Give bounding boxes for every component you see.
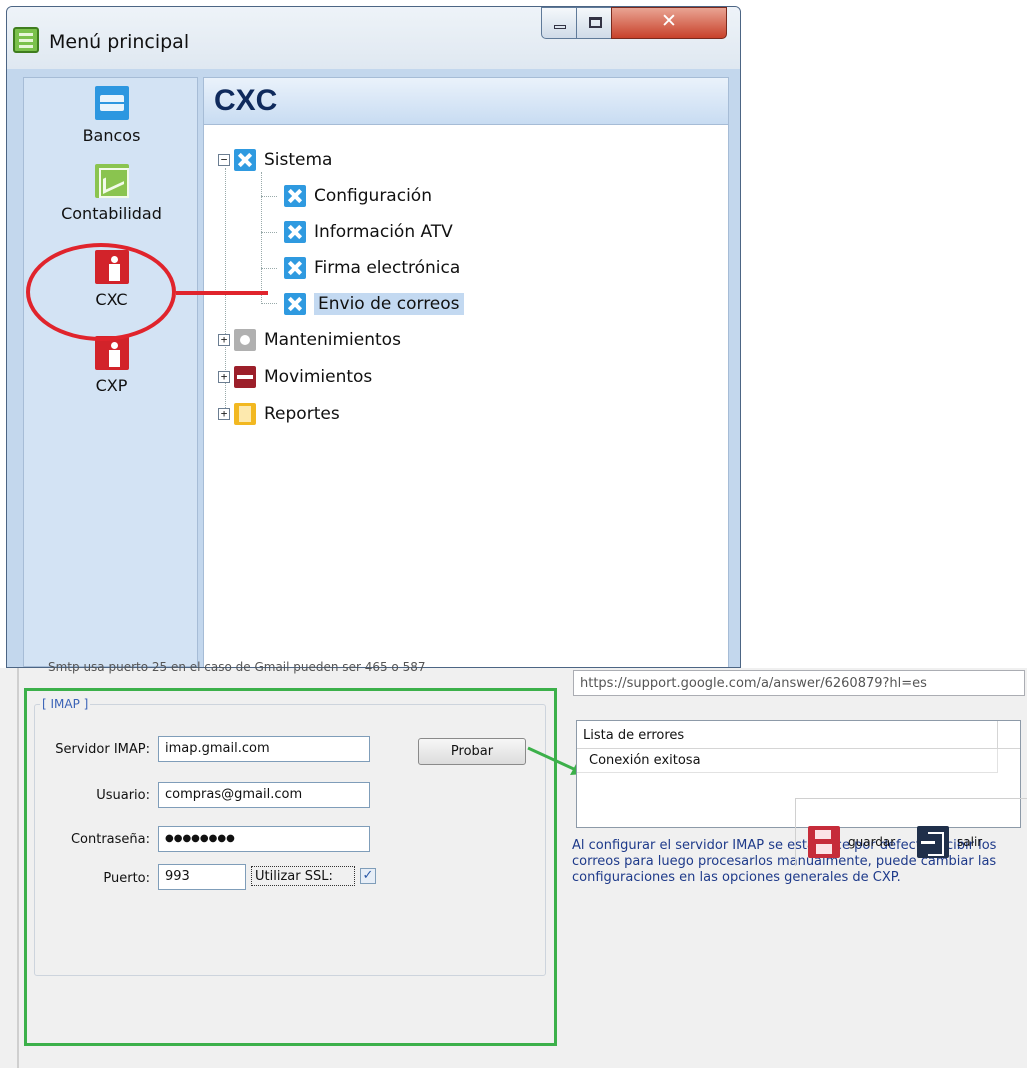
tree-node-reportes[interactable]: + Reportes xyxy=(218,400,340,428)
tree-node-label: Firma electrónica xyxy=(314,258,461,278)
app-icon xyxy=(13,27,39,53)
maximize-icon xyxy=(589,17,602,28)
title-bar: Menú principal ✕ xyxy=(7,7,740,69)
error-list-header-cell xyxy=(997,721,1020,749)
sidebar-item-bancos[interactable]: Bancos xyxy=(24,86,199,145)
tree-node-movimientos[interactable]: + Movimientos xyxy=(218,363,372,391)
tree-node-label: Sistema xyxy=(264,150,333,170)
shuffle-icon xyxy=(234,366,256,388)
tree-node-label: Configuración xyxy=(314,186,432,206)
smtp-note: Smtp usa puerto 25 en el caso de Gmail p… xyxy=(48,660,426,674)
save-label: guardar xyxy=(848,835,896,849)
expand-icon[interactable]: + xyxy=(218,408,230,420)
expand-icon[interactable]: + xyxy=(218,334,230,346)
email-config-panel: Smtp usa puerto 25 en el caso de Gmail p… xyxy=(0,660,1027,1068)
gear-icon xyxy=(234,329,256,351)
report-icon xyxy=(234,403,256,425)
panel-edge xyxy=(17,668,19,1068)
save-icon xyxy=(808,826,840,858)
window-title: Menú principal xyxy=(49,31,190,53)
error-list-row[interactable]: Conexión exitosa xyxy=(577,749,997,773)
tree-connector xyxy=(261,303,277,304)
tree-node-informacion-atv[interactable]: Información ATV xyxy=(284,218,453,246)
tools-icon xyxy=(284,257,306,279)
close-button[interactable]: ✕ xyxy=(611,7,727,39)
sidebar-item-label: Bancos xyxy=(82,126,141,145)
tree-node-mantenimientos[interactable]: + Mantenimientos xyxy=(218,326,401,354)
tools-icon xyxy=(284,293,306,315)
tree-node-configuracion[interactable]: Configuración xyxy=(284,182,432,210)
tree-node-label: Información ATV xyxy=(314,222,453,242)
imap-highlight-box xyxy=(24,688,557,1046)
module-panel: CXC − Sistema Configuración Información … xyxy=(203,77,729,667)
tree-node-envio-de-correos[interactable]: Envio de correos xyxy=(284,290,464,318)
minimize-icon xyxy=(554,25,566,29)
tree-node-label: Reportes xyxy=(264,404,340,424)
collapse-icon[interactable]: − xyxy=(218,154,230,166)
tree-node-label: Movimientos xyxy=(264,367,373,387)
module-sidebar: Bancos Contabilidad CXC CXP xyxy=(23,77,198,667)
tree-node-label: Envio de correos xyxy=(314,293,464,315)
save-button[interactable]: guardar xyxy=(808,826,895,858)
tree-node-firma-electronica[interactable]: Firma electrónica xyxy=(284,254,460,282)
panel-header: CXC xyxy=(204,78,728,125)
screenshot: Menú principal ✕ Bancos Contabilidad CXC… xyxy=(0,0,1027,1068)
error-list-row-cell xyxy=(997,749,1020,773)
panel-title: CXC xyxy=(214,84,278,117)
tree-connector xyxy=(261,196,277,197)
maximize-button[interactable] xyxy=(576,7,612,39)
tools-icon xyxy=(284,185,306,207)
minimize-button[interactable] xyxy=(541,7,577,39)
person-money-icon xyxy=(94,336,129,370)
tools-icon xyxy=(284,221,306,243)
sidebar-item-contabilidad[interactable]: Contabilidad xyxy=(24,164,199,223)
tree-node-label: Mantenimientos xyxy=(264,330,401,350)
error-list-header: Lista de errores xyxy=(577,721,997,749)
briefcase-icon xyxy=(94,86,129,120)
sidebar-item-cxp[interactable]: CXP xyxy=(24,336,199,395)
highlight-ellipse xyxy=(26,243,176,341)
tree-connector xyxy=(261,172,262,302)
tree-connector xyxy=(261,268,277,269)
chart-icon xyxy=(94,164,129,198)
sidebar-item-label: Contabilidad xyxy=(61,204,162,223)
expand-icon[interactable]: + xyxy=(218,371,230,383)
sidebar-item-label: CXP xyxy=(95,376,128,395)
tools-icon xyxy=(234,149,256,171)
tree-node-sistema[interactable]: − Sistema xyxy=(218,146,332,174)
exit-label: salir xyxy=(957,835,983,849)
close-icon: ✕ xyxy=(661,10,677,32)
exit-icon xyxy=(917,826,949,858)
exit-button[interactable]: salir xyxy=(917,826,982,858)
help-url-field[interactable]: https://support.google.com/a/answer/6260… xyxy=(573,670,1025,696)
highlight-connector xyxy=(176,291,268,295)
tree-connector xyxy=(261,232,277,233)
